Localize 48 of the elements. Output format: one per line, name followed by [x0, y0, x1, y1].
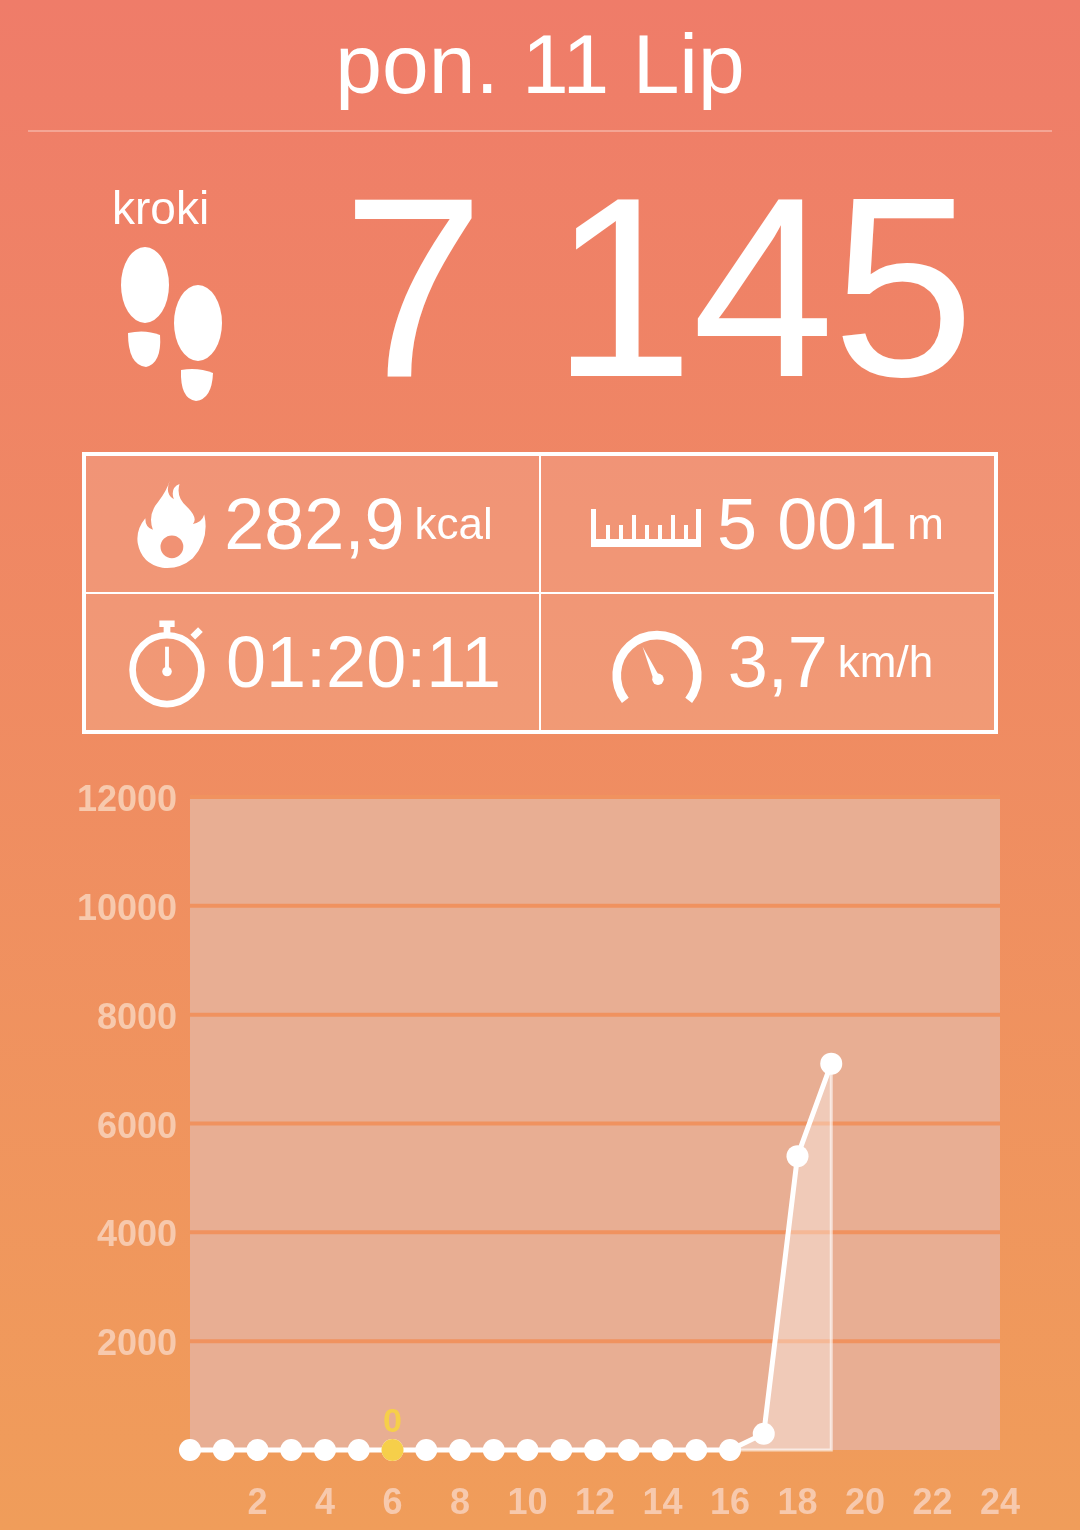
- y-tick-label: 8000: [96, 995, 177, 1037]
- stat-value: 3,7: [727, 621, 828, 703]
- data-point: [820, 1052, 843, 1075]
- step-count: 7 145: [342, 159, 973, 415]
- x-tick-label: 2: [247, 1481, 268, 1522]
- y-tick-label: 10000: [76, 886, 177, 928]
- stat-value: 282,9: [224, 483, 405, 565]
- data-point: [449, 1439, 471, 1461]
- stat-value: 5 001: [717, 483, 898, 565]
- y-tick-label: 4000: [96, 1213, 177, 1255]
- steps-label: kroki: [112, 181, 210, 235]
- data-point: [212, 1439, 235, 1461]
- x-tick-label: 4: [315, 1481, 335, 1522]
- date-title: pon. 11 Lip: [334, 16, 746, 113]
- data-point: [617, 1439, 640, 1461]
- x-tick-label: 24: [980, 1481, 1020, 1522]
- y-tick-label: 12000: [76, 778, 177, 819]
- x-tick-label: 8: [450, 1481, 470, 1522]
- y-tick-label: 2000: [96, 1322, 177, 1364]
- data-point: [550, 1439, 573, 1461]
- data-point: [752, 1422, 775, 1445]
- data-point: [651, 1439, 674, 1461]
- data-point: [482, 1439, 505, 1461]
- data-point: [584, 1439, 606, 1461]
- x-tick-label: 6: [382, 1481, 403, 1522]
- x-tick-label: 18: [777, 1481, 818, 1522]
- x-tick-label: 20: [845, 1481, 885, 1522]
- x-tick-label: 14: [642, 1481, 683, 1522]
- data-point: [516, 1439, 539, 1461]
- x-tick-label: 10: [507, 1481, 548, 1522]
- stat-unit: m: [907, 499, 944, 549]
- data-point: [179, 1439, 201, 1461]
- data-point: [347, 1439, 370, 1461]
- data-point: [719, 1439, 741, 1461]
- x-tick-label: 16: [710, 1481, 750, 1522]
- x-tick-label: 12: [575, 1481, 615, 1522]
- stat-unit: kcal: [414, 499, 493, 549]
- data-label: 0: [383, 1401, 402, 1439]
- data-point: [786, 1145, 809, 1168]
- data-point: [685, 1439, 708, 1461]
- x-tick-label: 22: [912, 1481, 953, 1522]
- data-point: [314, 1439, 336, 1461]
- data-point: [246, 1439, 269, 1461]
- data-point: [280, 1439, 303, 1461]
- y-tick-label: 6000: [96, 1104, 177, 1146]
- data-point: [415, 1439, 438, 1461]
- stat-value: 01:20:11: [226, 621, 501, 703]
- stat-unit: km/h: [837, 637, 934, 687]
